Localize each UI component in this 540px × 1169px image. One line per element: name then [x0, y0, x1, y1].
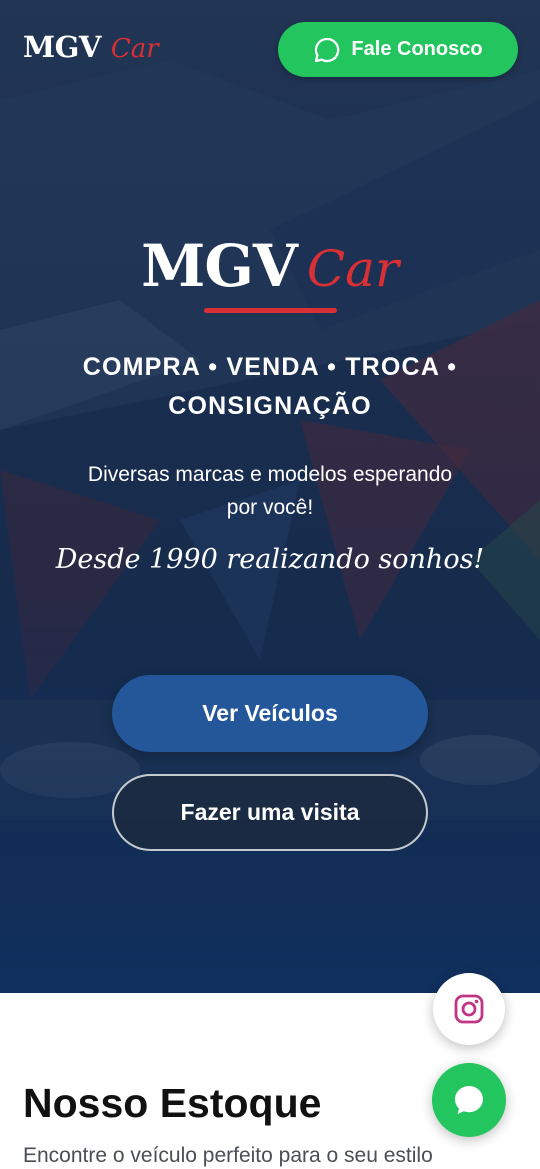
- header-logo[interactable]: MGV Car: [23, 30, 159, 70]
- tagline-line-1: Diversas marcas e modelos esperando: [87, 463, 453, 486]
- stock-section-title: Nosso Estoque: [23, 1080, 322, 1126]
- logo-underline: [204, 308, 337, 313]
- instagram-icon: [454, 994, 484, 1024]
- since-slogan: Desde 1990 realizando sonhos!: [55, 544, 485, 575]
- hero-logo-main: MGV: [141, 232, 298, 300]
- hero-section: MGV Car Fale Conosco MGV Car COMPRA • VEN…: [0, 0, 540, 993]
- services-heading: COMPRA • VENDA • TROCA • CONSIGNAÇÃO: [40, 348, 500, 426]
- whatsapp-chat-icon: [315, 37, 340, 62]
- contact-button-label: Fale Conosco: [351, 38, 483, 60]
- brand-accent-text: Car: [110, 34, 159, 64]
- hero-logo-accent: Car: [306, 240, 399, 298]
- hero-tagline: Diversas marcas e modelos esperando por …: [40, 458, 500, 524]
- services-line-2: CONSIGNAÇÃO: [168, 392, 372, 420]
- hero-logo: MGV Car: [0, 232, 540, 300]
- contact-button[interactable]: Fale Conosco: [278, 22, 518, 77]
- services-line-1: COMPRA • VENDA • TROCA •: [82, 353, 458, 381]
- stock-section-subtitle: Encontre o veículo perfeito para o seu e…: [23, 1144, 433, 1167]
- tagline-line-2: por você!: [226, 496, 314, 519]
- view-vehicles-button[interactable]: Ver Veículos: [112, 675, 428, 752]
- whatsapp-button[interactable]: [432, 1063, 506, 1137]
- whatsapp-icon: [455, 1086, 483, 1114]
- instagram-button[interactable]: [433, 973, 505, 1045]
- schedule-visit-button[interactable]: Fazer uma visita: [112, 774, 428, 851]
- brand-main-text: MGV: [23, 30, 101, 64]
